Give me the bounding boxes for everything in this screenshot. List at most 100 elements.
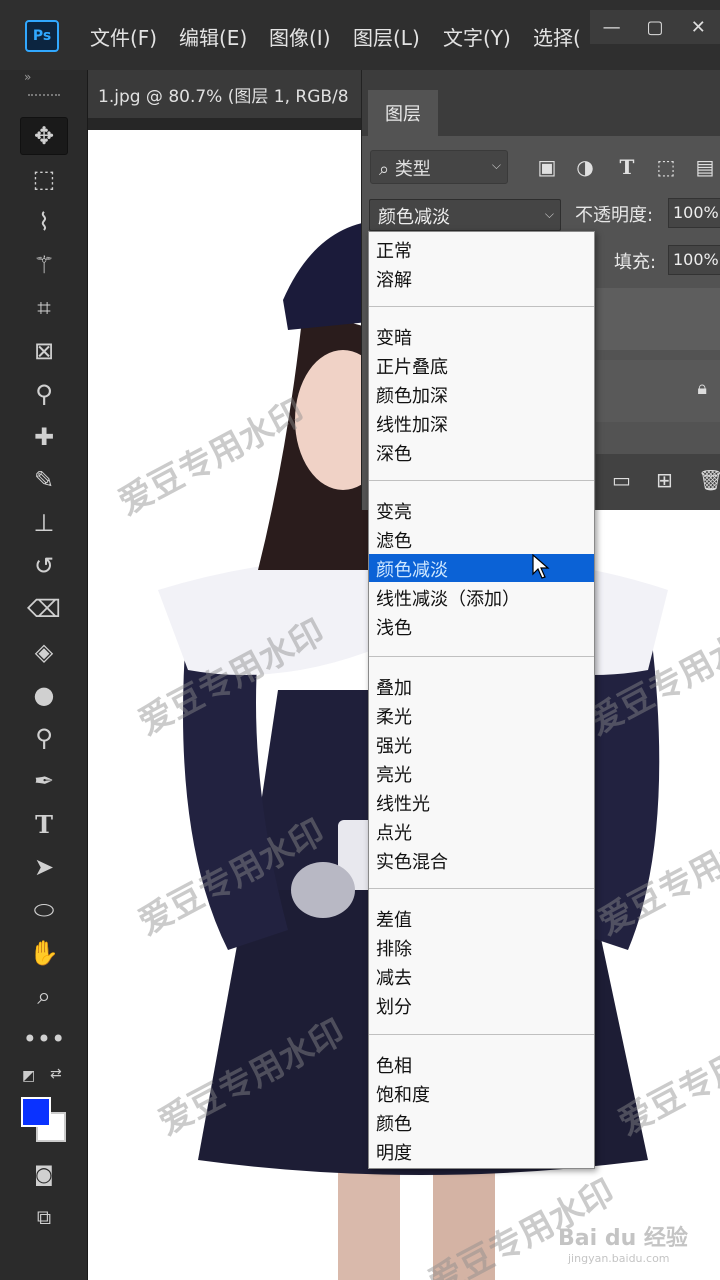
more-tools-icon[interactable]: ••• xyxy=(20,1020,68,1058)
marquee-tool-icon[interactable]: ⬚ xyxy=(20,160,68,198)
blend-option-difference[interactable]: 差值 xyxy=(369,904,594,932)
fill-field[interactable]: 100% xyxy=(668,245,720,275)
pen-tool-icon[interactable]: ✒ xyxy=(20,762,68,800)
blend-option-darker-color[interactable]: 深色 xyxy=(369,438,594,466)
blend-option-hue[interactable]: 色相 xyxy=(369,1050,594,1078)
eyedropper-tool-icon[interactable]: ⚲ xyxy=(20,375,68,413)
lasso-tool-icon[interactable]: ⌇ xyxy=(20,203,68,241)
blend-option-normal[interactable]: 正常 xyxy=(369,235,594,263)
dodge-tool-icon[interactable]: ⚲ xyxy=(20,719,68,757)
blend-option-hard-light[interactable]: 强光 xyxy=(369,730,594,758)
lock-icon: 🔒︎ xyxy=(697,378,707,399)
screen-mode-icon[interactable]: ⧉ xyxy=(20,1198,68,1236)
blend-option-color-dodge[interactable]: 颜色减淡 xyxy=(369,554,594,582)
background-layer-row[interactable]: 🔒︎ xyxy=(596,360,720,422)
blend-mode-dropdown: 正常 溶解 变暗 正片叠底 颜色加深 线性加深 深色 变亮 滤色 颜色减淡 线性… xyxy=(368,231,595,1169)
blend-mode-select[interactable]: 颜色减淡 ⌵ xyxy=(369,199,561,231)
move-tool-icon[interactable]: ✥ xyxy=(20,117,68,155)
blend-option-color[interactable]: 颜色 xyxy=(369,1108,594,1136)
blend-option-overlay[interactable]: 叠加 xyxy=(369,672,594,700)
blend-option-pin-light[interactable]: 点光 xyxy=(369,817,594,845)
frame-tool-icon[interactable]: ⊠ xyxy=(20,332,68,370)
blend-option-divide[interactable]: 划分 xyxy=(369,991,594,1019)
opacity-label: 不透明度: xyxy=(575,205,654,226)
document-tab[interactable]: 1.jpg @ 80.7% (图层 1, RGB/8 xyxy=(88,70,368,118)
menu-select[interactable]: 选择( xyxy=(533,22,581,51)
layer-row[interactable] xyxy=(596,288,720,350)
blend-option-lighten[interactable]: 变亮 xyxy=(369,496,594,524)
magic-wand-tool-icon[interactable]: ⚚ xyxy=(20,246,68,284)
adjustment-filter-icon[interactable]: ◑ xyxy=(572,154,598,180)
window-controls: — ▢ ✕ xyxy=(590,10,720,44)
blend-option-linear-dodge[interactable]: 线性减淡（添加） xyxy=(369,583,594,611)
blend-option-subtract[interactable]: 减去 xyxy=(369,962,594,990)
brush-tool-icon[interactable]: ✎ xyxy=(20,461,68,499)
fill-label: 填充: xyxy=(614,252,657,273)
document-title: 1.jpg @ 80.7% (图层 1, RGB/8 xyxy=(98,87,349,107)
delete-layer-icon[interactable]: 🗑︎ xyxy=(698,468,720,492)
blend-option-linear-burn[interactable]: 线性加深 xyxy=(369,409,594,437)
menu-bar: Ps 文件(F) 编辑(E) 图像(I) 图层(L) 文字(Y) 选择( — ▢… xyxy=(0,0,720,70)
smart-object-filter-icon[interactable]: ▤ xyxy=(692,154,718,180)
swap-colors-icon[interactable]: ⇄ xyxy=(50,1066,62,1082)
blend-option-color-burn[interactable]: 颜色加深 xyxy=(369,380,594,408)
healing-brush-tool-icon[interactable]: ✚ xyxy=(20,418,68,456)
photoshop-logo: Ps xyxy=(25,20,59,52)
default-colors-icon[interactable]: ◩ xyxy=(22,1068,35,1084)
layer-filter-select[interactable]: ⌕ 类型 ⌵ xyxy=(370,150,508,184)
new-group-icon[interactable]: ▭ xyxy=(612,468,631,492)
mouse-cursor-icon xyxy=(532,554,550,579)
blend-option-multiply[interactable]: 正片叠底 xyxy=(369,351,594,379)
menu-file[interactable]: 文件(F) xyxy=(90,22,157,51)
foreground-color-swatch[interactable] xyxy=(21,1097,51,1127)
menu-layer[interactable]: 图层(L) xyxy=(353,22,420,51)
tab-layers[interactable]: 图层 xyxy=(368,90,438,136)
baidu-logo: Bai du 经验 xyxy=(558,1226,688,1251)
eraser-tool-icon[interactable]: ⌫ xyxy=(20,590,68,628)
hand-tool-icon[interactable]: ✋ xyxy=(20,934,68,972)
image-filter-icon[interactable]: ▣ xyxy=(534,154,560,180)
history-brush-tool-icon[interactable]: ↺ xyxy=(20,547,68,585)
search-icon: ⌕ xyxy=(379,159,395,180)
blend-option-linear-light[interactable]: 线性光 xyxy=(369,788,594,816)
panel-grip[interactable] xyxy=(28,94,60,98)
type-tool-icon[interactable]: T xyxy=(20,805,68,843)
layers-panel-tabbar: 图层 xyxy=(362,70,720,136)
close-button[interactable]: ✕ xyxy=(677,10,720,44)
menu-separator xyxy=(369,888,594,889)
quick-mask-icon[interactable]: ◙ xyxy=(20,1155,68,1193)
blend-option-vivid-light[interactable]: 亮光 xyxy=(369,759,594,787)
chevron-down-icon: ⌵ xyxy=(491,158,501,172)
clone-stamp-tool-icon[interactable]: ⊥ xyxy=(20,504,68,542)
blend-option-luminosity[interactable]: 明度 xyxy=(369,1137,594,1165)
menu-separator xyxy=(369,480,594,481)
blend-option-saturation[interactable]: 饱和度 xyxy=(369,1079,594,1107)
type-filter-icon[interactable]: T xyxy=(614,154,640,180)
blend-option-hard-mix[interactable]: 实色混合 xyxy=(369,846,594,874)
menu-separator xyxy=(369,306,594,307)
blend-option-screen[interactable]: 滤色 xyxy=(369,525,594,553)
blend-option-lighter-color[interactable]: 浅色 xyxy=(369,612,594,640)
zoom-tool-icon[interactable]: ⌕ xyxy=(20,977,68,1015)
collapse-icon[interactable]: » xyxy=(24,70,31,84)
blend-option-soft-light[interactable]: 柔光 xyxy=(369,701,594,729)
path-selection-tool-icon[interactable]: ➤ xyxy=(20,848,68,886)
shape-filter-icon[interactable]: ⬚ xyxy=(653,154,679,180)
blur-tool-icon[interactable]: ● xyxy=(20,676,68,714)
blend-option-exclusion[interactable]: 排除 xyxy=(369,933,594,961)
ellipse-tool-icon[interactable]: ⬭ xyxy=(20,891,68,929)
blend-option-dissolve[interactable]: 溶解 xyxy=(369,264,594,292)
filter-label: 类型 xyxy=(394,159,431,180)
blend-option-darken[interactable]: 变暗 xyxy=(369,322,594,350)
maximize-button[interactable]: ▢ xyxy=(633,10,676,44)
menu-type[interactable]: 文字(Y) xyxy=(443,22,511,51)
blend-mode-value: 颜色减淡 xyxy=(378,207,450,228)
opacity-field[interactable]: 100% xyxy=(668,198,720,228)
crop-tool-icon[interactable]: ⌗ xyxy=(20,289,68,327)
menu-separator xyxy=(369,656,594,657)
menu-edit[interactable]: 编辑(E) xyxy=(179,22,247,51)
minimize-button[interactable]: — xyxy=(590,10,633,44)
paint-bucket-tool-icon[interactable]: ◈ xyxy=(20,633,68,671)
menu-image[interactable]: 图像(I) xyxy=(269,22,331,51)
new-layer-icon[interactable]: ⊞ xyxy=(656,468,673,492)
